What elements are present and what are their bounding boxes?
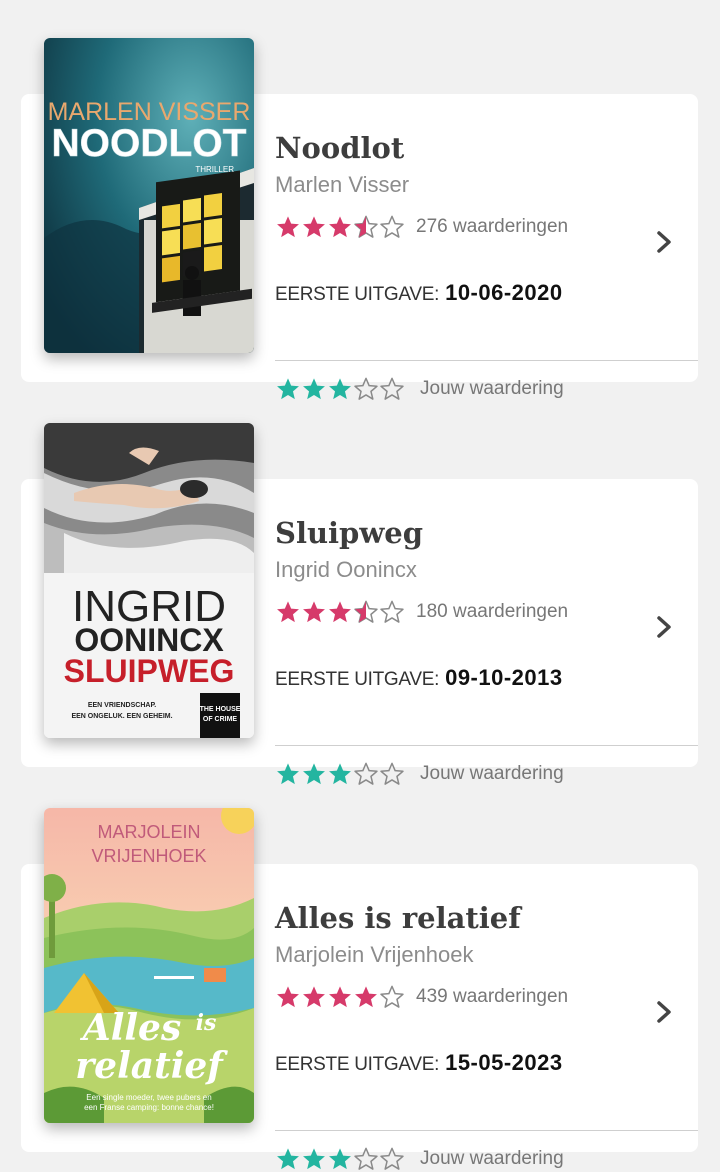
cover-tagline-1: EEN VRIENDSCHAP. — [88, 702, 156, 709]
empty-star-icon — [380, 1147, 404, 1170]
your-rating-stars[interactable] — [275, 376, 405, 402]
your-rating-label: Jouw waardering — [420, 378, 564, 399]
star-icon — [303, 1148, 325, 1170]
chevron-right-icon[interactable] — [652, 228, 676, 256]
cover-tagline-1: Een single moeder, twee pubers en — [86, 1093, 211, 1102]
first-published: EERSTE UITGAVE: 10-06-2020 — [275, 280, 563, 306]
divider — [275, 1130, 698, 1131]
average-rating-stars — [275, 214, 405, 240]
ratings-count: 439 waarderingen — [416, 986, 569, 1007]
cover-author-first: MARJOLEIN — [97, 822, 200, 842]
cover-illustration: INGRID OONINCX SLUIPWEG EEN VRIENDSCHAP.… — [44, 423, 254, 738]
star-icon — [303, 763, 325, 785]
average-rating: 439 waarderingen — [275, 984, 568, 1010]
empty-star-icon — [380, 762, 404, 785]
empty-star-icon — [354, 377, 378, 400]
your-rating-stars[interactable] — [275, 1146, 405, 1172]
your-rating-label: Jouw waardering — [420, 763, 564, 784]
cover-publisher-1: THE HOUSE — [200, 706, 241, 713]
empty-star-icon — [380, 985, 404, 1008]
book-cover[interactable]: INGRID OONINCX SLUIPWEG EEN VRIENDSCHAP.… — [44, 423, 254, 738]
your-rating[interactable]: Jouw waardering — [275, 376, 564, 402]
cover-illustration: MARJOLEIN VRIJENHOEK Alles is relatief E… — [44, 808, 254, 1123]
chevron-right-icon[interactable] — [652, 613, 676, 641]
divider — [275, 745, 698, 746]
half-star-icon — [354, 215, 378, 238]
half-star-icon — [354, 600, 378, 623]
first-published: EERSTE UITGAVE: 09-10-2013 — [275, 665, 563, 691]
book-title[interactable]: Alles is relatief — [275, 901, 521, 935]
first-published-date: 09-10-2013 — [445, 665, 563, 690]
book-item[interactable]: INGRID OONINCX SLUIPWEG EEN VRIENDSCHAP.… — [0, 423, 720, 785]
star-icon — [303, 378, 325, 400]
your-rating-stars[interactable] — [275, 761, 405, 787]
star-icon — [329, 216, 351, 238]
book-title[interactable]: Sluipweg — [275, 516, 423, 550]
star-icon — [303, 601, 325, 623]
book-author: Marlen Visser — [275, 172, 410, 197]
star-icon — [329, 986, 351, 1008]
star-icon — [277, 378, 299, 400]
divider — [275, 360, 698, 361]
star-icon — [277, 216, 299, 238]
book-cover[interactable]: MARLEN VISSER NOODLOT THRILLER — [44, 38, 254, 353]
book-cover[interactable]: MARJOLEIN VRIJENHOEK Alles is relatief E… — [44, 808, 254, 1123]
cover-title: SLUIPWEG — [64, 653, 235, 689]
first-published-label: EERSTE UITGAVE: — [275, 1054, 440, 1075]
empty-star-icon — [380, 377, 404, 400]
book-author: Ingrid Oonincx — [275, 557, 417, 582]
first-published-date: 10-06-2020 — [445, 280, 563, 305]
empty-star-icon — [380, 215, 404, 238]
cover-publisher-2: OF CRIME — [203, 716, 238, 723]
cover-title-3: relatief — [75, 1045, 228, 1087]
star-icon — [329, 601, 351, 623]
star-icon — [277, 986, 299, 1008]
star-icon — [303, 986, 325, 1008]
star-icon — [329, 1148, 351, 1170]
star-icon — [277, 763, 299, 785]
average-rating: 180 waarderingen — [275, 599, 568, 625]
average-rating-stars — [275, 599, 405, 625]
your-rating[interactable]: Jouw waardering — [275, 1146, 564, 1172]
average-rating: 276 waarderingen — [275, 214, 568, 240]
star-icon — [303, 216, 325, 238]
cover-title-2: is — [196, 1010, 217, 1036]
cover-title-1: Alles — [80, 1007, 181, 1049]
cover-author-last: VRIJENHOEK — [91, 846, 206, 866]
first-published-date: 15-05-2023 — [445, 1050, 563, 1075]
ratings-count: 180 waarderingen — [416, 601, 569, 622]
book-item[interactable]: MARJOLEIN VRIJENHOEK Alles is relatief E… — [0, 808, 720, 1170]
ratings-count: 276 waarderingen — [416, 216, 569, 237]
cover-tagline-2: een Franse camping: bonne chance! — [84, 1103, 214, 1112]
empty-star-icon — [354, 1147, 378, 1170]
empty-star-icon — [380, 600, 404, 623]
book-author: Marjolein Vrijenhoek — [275, 942, 474, 967]
first-published-label: EERSTE UITGAVE: — [275, 284, 440, 305]
average-rating-stars — [275, 984, 405, 1010]
chevron-right-icon[interactable] — [652, 998, 676, 1026]
star-icon — [277, 601, 299, 623]
star-icon — [355, 986, 377, 1008]
cover-illustration: MARLEN VISSER NOODLOT THRILLER — [44, 38, 254, 353]
cover-tagline-2: EEN ONGELUK. EEN GEHEIM. — [71, 713, 172, 720]
your-rating-label: Jouw waardering — [420, 1148, 564, 1169]
cover-title: NOODLOT — [52, 122, 247, 165]
your-rating[interactable]: Jouw waardering — [275, 761, 564, 787]
star-icon — [277, 1148, 299, 1170]
book-item[interactable]: MARLEN VISSER NOODLOT THRILLER Noodlot M… — [0, 38, 720, 400]
first-published-label: EERSTE UITGAVE: — [275, 669, 440, 690]
cover-genre: THRILLER — [195, 165, 234, 174]
empty-star-icon — [354, 762, 378, 785]
star-icon — [329, 763, 351, 785]
first-published: EERSTE UITGAVE: 15-05-2023 — [275, 1050, 563, 1076]
book-title[interactable]: Noodlot — [275, 131, 404, 165]
star-icon — [329, 378, 351, 400]
